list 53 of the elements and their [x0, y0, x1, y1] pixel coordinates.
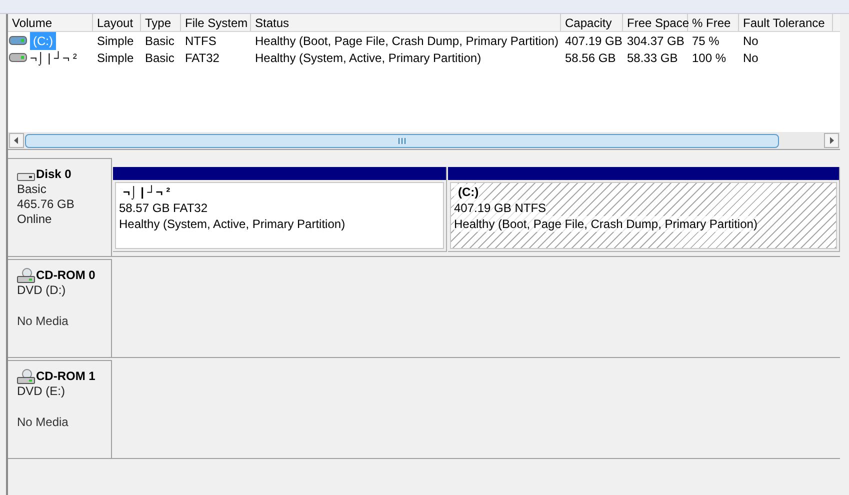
- table-cell-text: FAT32: [184, 50, 220, 66]
- partition-label: ¬⌡ | ┘¬ ²: [122, 184, 170, 200]
- table-cell-text: Simple: [96, 32, 135, 50]
- table-cell-text: 58.33 GB: [626, 50, 679, 66]
- column-header[interactable]: File System: [181, 14, 251, 31]
- table-cell-text: 100 %: [691, 50, 728, 66]
- drive-icon: [9, 36, 27, 45]
- disk-info-panel[interactable]: Disk 0 Basic 465.76 GB Online: [8, 158, 112, 256]
- drive-icon: [9, 53, 27, 62]
- disk-detail: 465.76 GB: [17, 197, 76, 212]
- table-cell-text: 304.37 GB: [626, 32, 686, 50]
- column-header[interactable]: Free Space: [623, 14, 688, 31]
- partition-label: (C:): [454, 184, 479, 200]
- disk-info-panel[interactable]: CD-ROM 0 DVD (D:) No Media: [8, 259, 112, 357]
- table-cell-text: 75 %: [691, 32, 720, 50]
- column-header[interactable]: Capacity: [561, 14, 623, 31]
- column-header[interactable]: % Free: [688, 14, 739, 31]
- column-header[interactable]: Layout: [93, 14, 141, 31]
- disk-detail: DVD (E:): [17, 384, 66, 399]
- disk-name: CD-ROM 1: [36, 369, 96, 384]
- disk-detail: No Media: [17, 314, 70, 329]
- table-cell-text: NTFS: [184, 32, 218, 50]
- scroll-left-icon[interactable]: [9, 133, 24, 148]
- table-cell-text: Basic: [144, 32, 176, 50]
- horizontal-scrollbar[interactable]: [8, 132, 840, 149]
- column-header[interactable]: Status: [251, 14, 561, 31]
- column-header[interactable]: Fault Tolerance: [739, 14, 833, 31]
- table-cell-text: No: [742, 50, 760, 66]
- table-cell-text: 407.19 GB: [564, 32, 623, 50]
- table-cell-text: 58.56 GB: [564, 50, 617, 66]
- scrollbar-thumb[interactable]: [25, 134, 779, 148]
- column-header[interactable]: Volume: [8, 14, 93, 31]
- disk-info-panel[interactable]: CD-ROM 1 DVD (E:) No Media: [8, 360, 112, 458]
- table-cell-text: Basic: [144, 50, 176, 66]
- cd-drive-icon: [17, 369, 35, 384]
- disk-name: Disk 0: [36, 167, 72, 182]
- table-cell-text: No: [742, 32, 760, 50]
- scroll-right-icon[interactable]: [824, 133, 839, 148]
- partition-status: Healthy (Boot, Page File, Crash Dump, Primary Partition): [454, 216, 758, 232]
- column-header[interactable]: Type: [141, 14, 181, 31]
- partition-size: 407.19 GB NTFS: [454, 200, 546, 216]
- partition-status: Healthy (System, Active, Primary Partition): [119, 216, 346, 232]
- disk-detail: DVD (D:): [17, 283, 67, 298]
- cd-drive-icon: [17, 268, 35, 283]
- disk-detail: Online: [17, 212, 53, 227]
- table-cell-text: Healthy (System, Active, Primary Partition): [254, 50, 482, 66]
- disk-detail: No Media: [17, 415, 70, 430]
- table-cell-text: Simple: [96, 50, 135, 66]
- disk-detail: Basic: [17, 182, 48, 197]
- disk-name: CD-ROM 0: [36, 268, 96, 283]
- drive-label[interactable]: ¬⌡ | ┘¬ ²: [30, 48, 77, 66]
- partition-size: 58.57 GB FAT32: [119, 200, 208, 216]
- table-cell-text: Healthy (Boot, Page File, Crash Dump, Primary Partition): [254, 32, 560, 50]
